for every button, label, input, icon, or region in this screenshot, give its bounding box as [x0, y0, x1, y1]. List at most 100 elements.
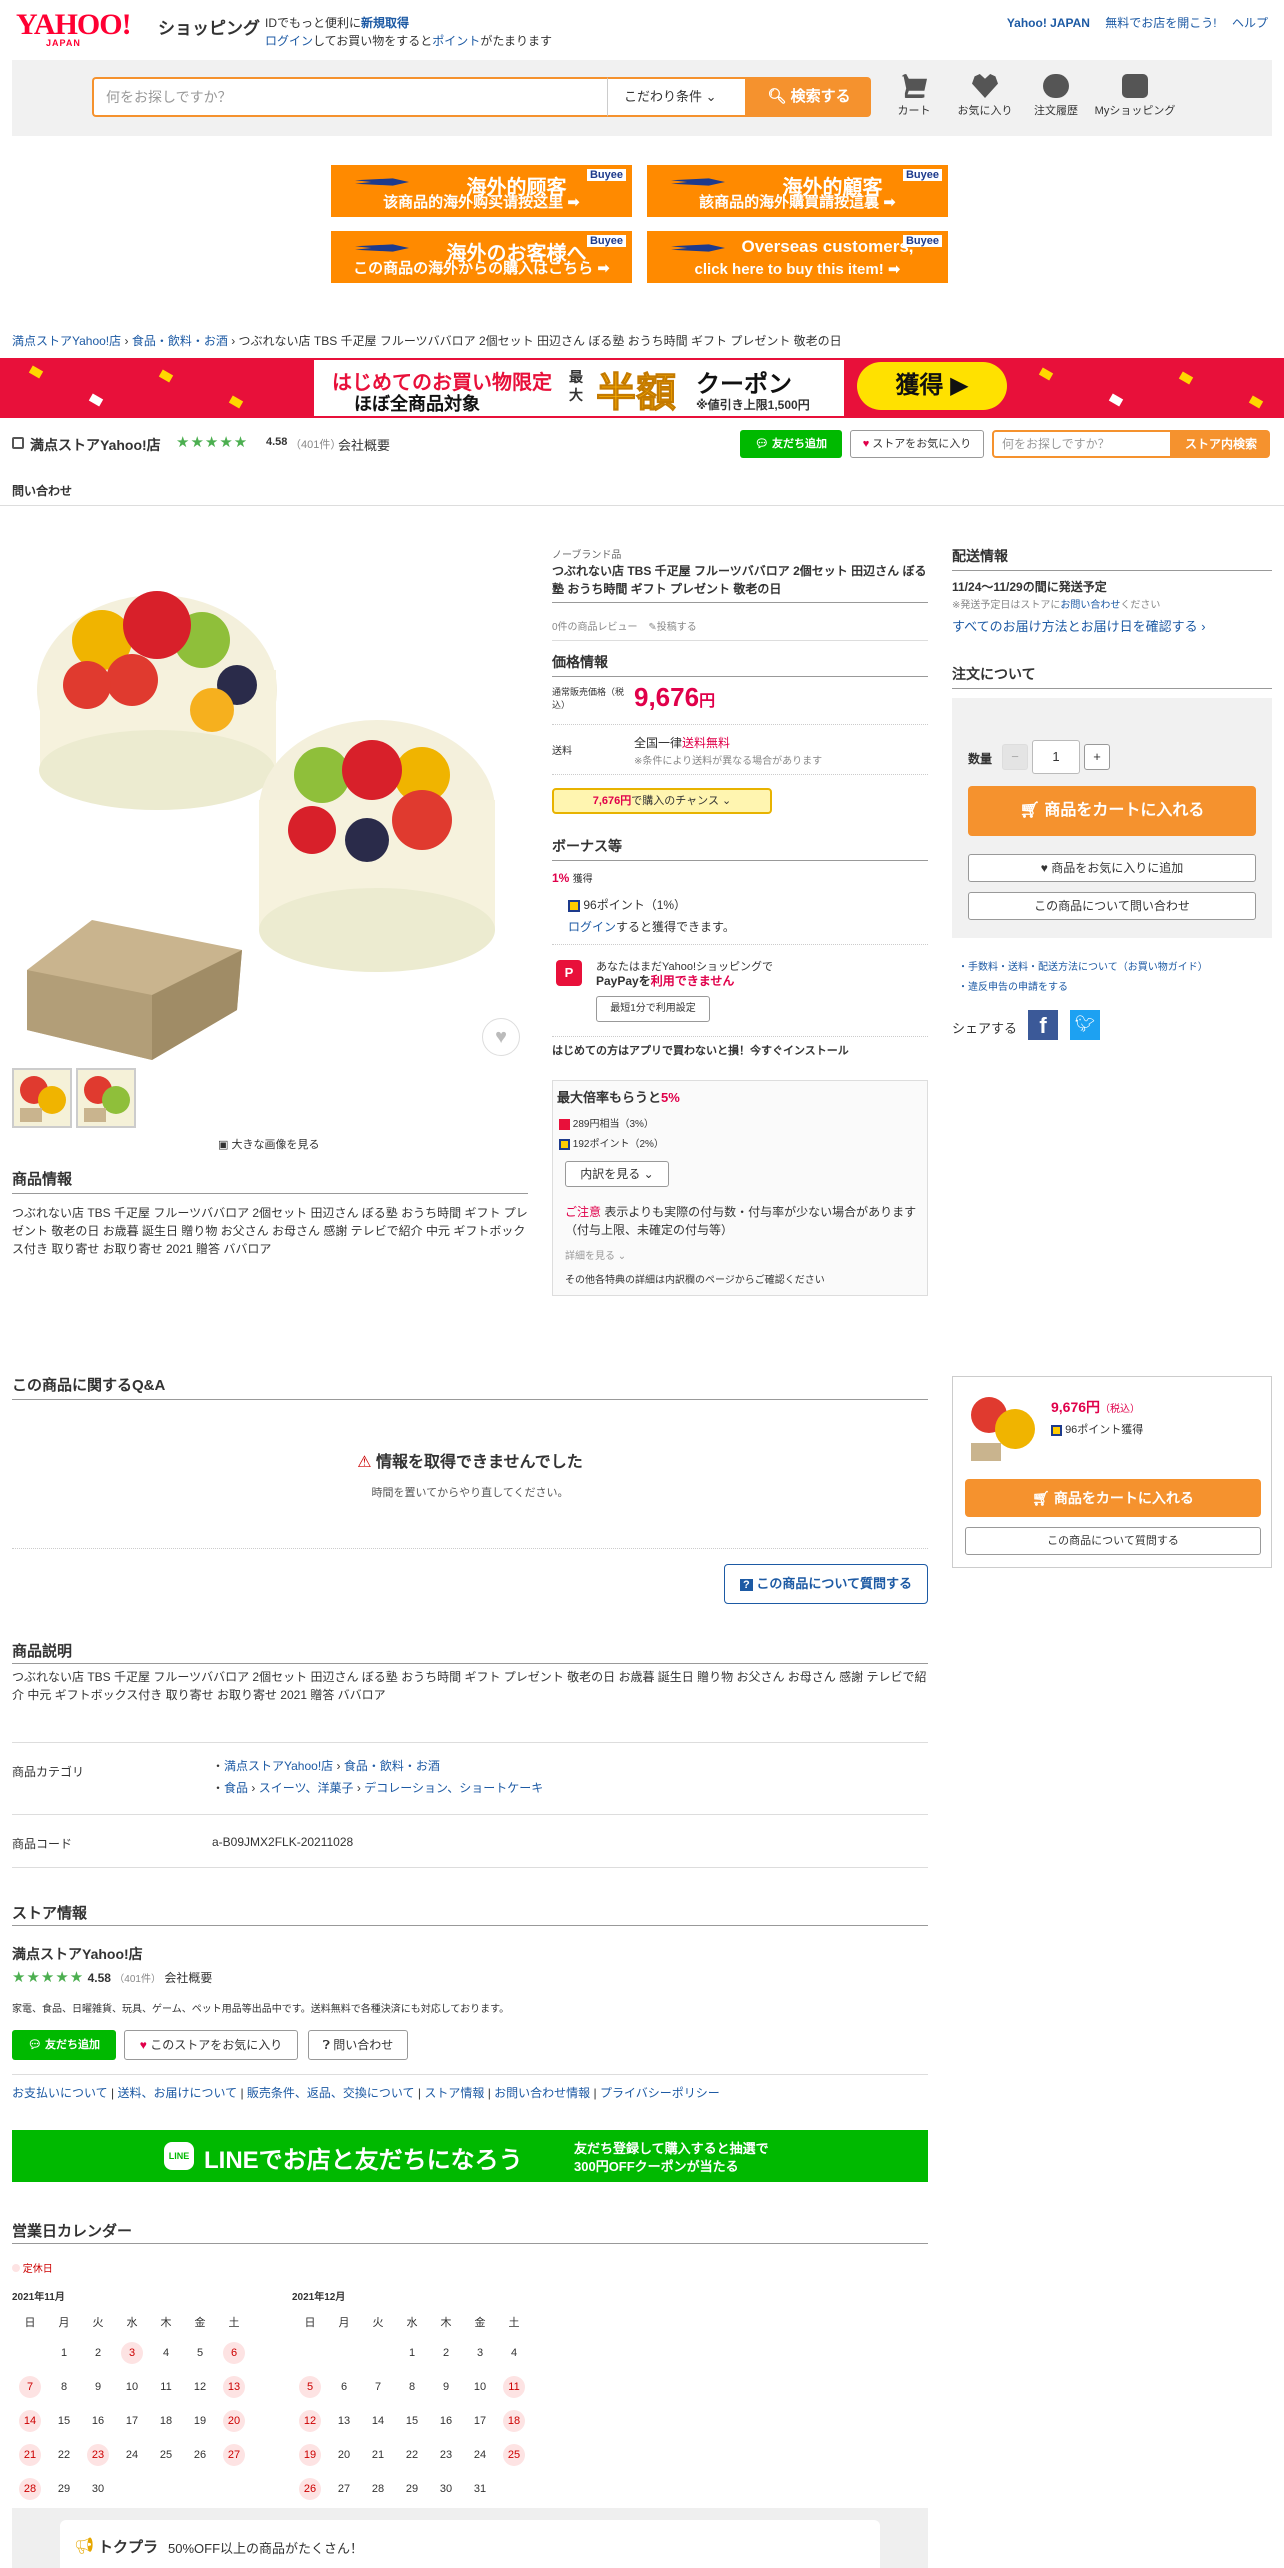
fee-guide-link[interactable]: ・手数料・送料・配送方法について（お買い物ガイド） [958, 958, 1208, 973]
shopping-logo-text[interactable]: ショッピング [158, 14, 260, 39]
store-info-line-button[interactable]: 💬︎ 友だち追加 [12, 2030, 116, 2060]
line-friend-banner[interactable]: LINE LINEでお店と友だちになろう 友だち登録して購入すると抽選で 300… [12, 2130, 928, 2182]
calendar-day: 7 [14, 2371, 46, 2403]
holiday-date: 25 [503, 2444, 525, 2466]
paypay-setup-button[interactable]: 最短1分で利用設定 [596, 996, 710, 1022]
divider [552, 944, 928, 945]
company-overview-link[interactable]: 会社概要 [338, 435, 390, 454]
privacy-link[interactable]: プライバシーポリシー [600, 2086, 720, 2100]
store-inquiry-link[interactable]: 問い合わせ [12, 482, 72, 499]
category-link[interactable]: デコレーション、ショートケーキ [364, 1781, 543, 1795]
thumbnail-1[interactable] [12, 1068, 72, 1128]
category-link[interactable]: 食品 [224, 1781, 248, 1795]
calendar-day: 29 [48, 2473, 80, 2505]
product-inquiry-button[interactable]: この商品について問い合わせ [968, 892, 1256, 920]
chance-price-button[interactable]: 7,676円で購入のチャンス ⌄ [552, 788, 772, 814]
report-link[interactable]: ・違反申告の申請をする [958, 978, 1068, 993]
site-header: YAHOO! JAPAN ショッピング IDでもっと便利に新規取得 ログインして… [0, 0, 1284, 60]
product-main-image[interactable]: ♥ [12, 530, 532, 1060]
price-yen: 円 [699, 693, 716, 710]
yahoo-logo-sub: JAPAN [46, 38, 81, 48]
date: 10 [125, 2381, 139, 2393]
all-delivery-link[interactable]: すべてのお届け方法とお届け日を確認する › [952, 616, 1206, 635]
add-to-cart-button[interactable]: 🛒︎ 商品をカートに入れる [968, 786, 1256, 836]
calendar-day: 8 [48, 2371, 80, 2403]
tokupura-banner[interactable]: 📢︎ トクプラ 50%OFF以上の商品がたくさん！ [60, 2520, 880, 2568]
open-store-link[interactable]: 無料でお店を開こう! [1105, 16, 1216, 30]
contact-info-link[interactable]: お問い合わせ情報 [494, 2086, 590, 2100]
coupon-banner[interactable]: はじめてのお買い物限定 ほぼ全商品対象 最大 半額 クーポン ※値引き上限1,5… [0, 358, 1284, 418]
store-favorite-button[interactable]: ♥ ストアをお気に入り [850, 430, 984, 458]
date: 7 [374, 2381, 382, 2393]
breadcrumb-store[interactable]: 満点ストアYahoo!店 [12, 334, 121, 348]
store-review-count[interactable]: （401件） [290, 436, 341, 452]
returns-link[interactable]: 販売条件、返品、交換について [247, 2086, 415, 2100]
qty-minus-button[interactable]: − [1002, 744, 1028, 770]
store-fav-label: ストアをお気に入り [872, 438, 972, 450]
product-review-count[interactable]: 0件の商品レビュー [552, 622, 638, 633]
header-cart[interactable]: カート [879, 74, 949, 118]
qa-error-text: 情報を取得できませんでした [376, 1454, 583, 1471]
sticky-ask-button[interactable]: この商品について質問する [965, 1527, 1261, 1555]
filter-dropdown[interactable]: こだわり条件 ⌄ [607, 77, 747, 117]
large-image-link[interactable]: ▣ 大きな画像を見る [218, 1136, 319, 1152]
shipping-link[interactable]: 送料、お届けについて [117, 2086, 237, 2100]
ask-question-button[interactable]: ? この商品について質問する [724, 1564, 928, 1604]
facebook-share-button[interactable]: f [1028, 1010, 1058, 1040]
store-search-button[interactable]: ストア内検索 [1172, 430, 1270, 458]
buyee-banner-cn-traditional[interactable]: Buyee 海外的顧客 該商品的海外購買請按這裏 ➡ [645, 163, 950, 219]
yahoo-logo[interactable]: YAHOO! [16, 10, 132, 40]
store-info-link[interactable]: ストア情報 [424, 2086, 484, 2100]
calendar-day: 16 [82, 2405, 114, 2437]
calendar-day [498, 2473, 530, 2505]
twitter-icon: 🐦︎ [1074, 1016, 1096, 1033]
signup-link[interactable]: 新規取得 [361, 16, 409, 30]
weekday-label: 土 [228, 2317, 240, 2329]
points-link[interactable]: ポイント [432, 34, 480, 48]
yen-history-icon [1043, 74, 1069, 98]
header-favorites[interactable]: お気に入り [950, 74, 1020, 118]
help-link[interactable]: ヘルプ [1232, 16, 1268, 30]
post-review-link[interactable]: 投稿する [657, 622, 697, 633]
add-favorite-label: 商品をお気に入りに追加 [1051, 861, 1184, 875]
login-link[interactable]: ログイン [265, 34, 313, 48]
category-link[interactable]: 満点ストアYahoo!店 [224, 1759, 333, 1773]
store-info-fav-button[interactable]: ♥ このストアをお気に入り [124, 2030, 298, 2060]
buyee-banner-cn-simplified[interactable]: Buyee 海外的顾客 该商品的海外购买请按这里 ➡ [329, 163, 634, 219]
twitter-share-button[interactable]: 🐦︎ [1070, 1010, 1100, 1040]
image-favorite-button[interactable]: ♥ [482, 1018, 520, 1056]
legend-label: 定休日 [22, 2264, 53, 2275]
coupon-get-button[interactable]: 獲得 ▶ [857, 362, 1007, 410]
sticky-add-to-cart-button[interactable]: 🛒︎ 商品をカートに入れる [965, 1479, 1261, 1517]
store-name-link[interactable]: 満点ストアYahoo!店 [30, 435, 161, 455]
store-info-reviews[interactable]: （401件） [114, 1974, 161, 1985]
delivery-inquiry-link[interactable]: お問い合わせ [1060, 600, 1120, 611]
store-info-overview[interactable]: 会社概要 [164, 1971, 212, 1985]
line-add-friend-button[interactable]: 💬︎ 友だち追加 [740, 430, 842, 458]
points-login-link[interactable]: ログイン [568, 920, 616, 934]
header-order-history[interactable]: 注文履歴 [1021, 74, 1091, 118]
thumbnail-2[interactable] [76, 1068, 136, 1128]
search-button[interactable]: 🔍︎ 検索する [747, 77, 871, 117]
detail-link[interactable]: 詳細を見る ⌄ [565, 1247, 626, 1262]
qty-plus-button[interactable]: + [1084, 744, 1110, 770]
qty-input[interactable]: 1 [1032, 740, 1080, 774]
app-install-link[interactable]: はじめての方はアプリで買わないと損！今すぐインストール [552, 1042, 849, 1058]
add-favorite-button[interactable]: ♥ 商品をお気に入りに追加 [968, 854, 1256, 882]
category-link[interactable]: 食品・飲料・お酒 [344, 1759, 440, 1773]
store-info-name[interactable]: 満点ストアYahoo!店 [12, 1944, 143, 1964]
yahoo-japan-link[interactable]: Yahoo! JAPAN [1007, 16, 1090, 30]
buyee-banner-en[interactable]: Buyee Overseas customers, click here to bu… [645, 229, 950, 285]
category-link[interactable]: スイーツ、洋菓子 [259, 1781, 354, 1795]
payment-link[interactable]: お支払いについて [12, 2086, 108, 2100]
search-input[interactable]: 何をお探しですか？ [92, 77, 607, 117]
buyee-banner-jp[interactable]: Buyee 海外のお客様へ この商品の海外からの購入はこちら ➡ [329, 229, 634, 285]
question-icon: ❓︎ [322, 2038, 330, 2052]
coupon-half: 半額 [596, 371, 677, 416]
store-search-input[interactable]: 何をお探しですか？ [992, 430, 1172, 458]
shipping-label: 送料 [552, 746, 572, 757]
store-info-inquiry-button[interactable]: ❓︎ 問い合わせ [308, 2030, 408, 2060]
header-my-shopping[interactable]: Myショッピング [1092, 74, 1178, 118]
breadcrumb-category[interactable]: 食品・飲料・お酒 [132, 334, 228, 348]
breakdown-button[interactable]: 内訳を見る ⌄ [565, 1161, 669, 1187]
